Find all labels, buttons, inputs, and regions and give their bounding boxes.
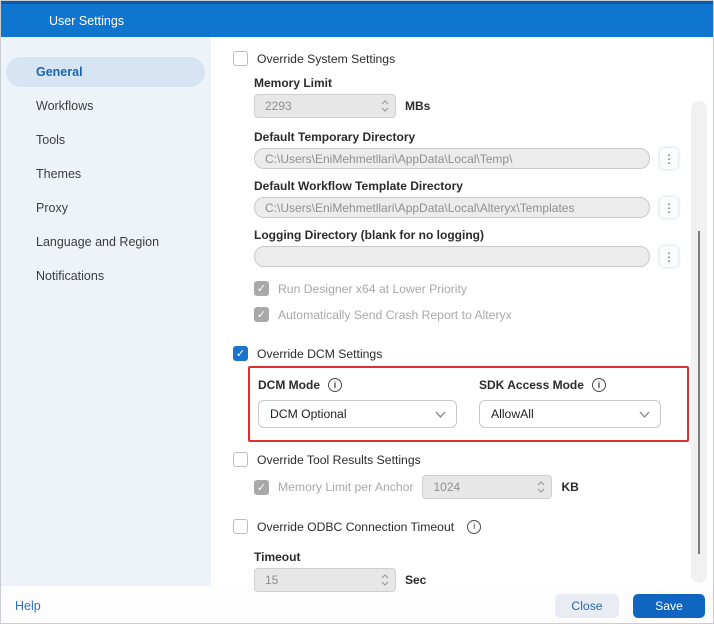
memory-limit-unit: MBs bbox=[405, 99, 430, 113]
dots-icon: ⋮ bbox=[663, 251, 675, 263]
sidebar-item-language-and-region[interactable]: Language and Region bbox=[6, 227, 205, 257]
override-tool-results-checkbox[interactable] bbox=[233, 452, 248, 467]
crash-report-label: Automatically Send Crash Report to Alter… bbox=[278, 308, 512, 322]
run-x64-checkbox: ✓ bbox=[254, 281, 269, 296]
dcm-mode-label: DCM Mode i bbox=[258, 378, 457, 392]
help-link[interactable]: Help bbox=[15, 599, 41, 613]
dots-icon: ⋮ bbox=[663, 153, 675, 165]
settings-panel: Override System Settings Memory Limit 22… bbox=[211, 37, 713, 586]
run-x64-label: Run Designer x64 at Lower Priority bbox=[278, 282, 467, 296]
crash-report-checkbox: ✓ bbox=[254, 307, 269, 322]
memory-per-anchor-row: ✓ Memory Limit per Anchor 1024 KB bbox=[254, 475, 713, 499]
dcm-mode-select[interactable]: DCM Optional bbox=[258, 400, 457, 428]
dcm-highlight-box: DCM Mode i DCM Optional SDK Access Mode … bbox=[248, 366, 689, 442]
close-button[interactable]: Close bbox=[555, 594, 619, 618]
sidebar-item-themes[interactable]: Themes bbox=[6, 159, 205, 189]
title-bar: User Settings bbox=[1, 1, 713, 37]
template-directory-input: C:\Users\EniMehmetllari\AppData\Local\Al… bbox=[254, 197, 650, 218]
chevron-down-icon bbox=[639, 407, 650, 421]
scrollbar-thumb[interactable] bbox=[698, 231, 700, 554]
crash-report-row: ✓ Automatically Send Crash Report to Alt… bbox=[254, 307, 713, 322]
template-directory-label: Default Workflow Template Directory bbox=[254, 179, 713, 193]
override-odbc-row: Override ODBC Connection Timeout i bbox=[233, 519, 713, 534]
temp-directory-browse-button[interactable]: ⋮ bbox=[660, 148, 678, 169]
sidebar: General Workflows Tools Themes Proxy Lang… bbox=[1, 37, 211, 586]
window-title: User Settings bbox=[49, 14, 124, 28]
scrollbar-track[interactable] bbox=[691, 101, 707, 583]
override-dcm-row: ✓ Override DCM Settings bbox=[233, 346, 713, 361]
chevron-down-icon bbox=[435, 407, 446, 421]
timeout-unit: Sec bbox=[405, 573, 426, 587]
spinner-arrows-icon[interactable] bbox=[381, 574, 389, 586]
sdk-access-mode-select[interactable]: AllowAll bbox=[479, 400, 661, 428]
override-system-settings-row: Override System Settings bbox=[233, 51, 713, 66]
sidebar-item-proxy[interactable]: Proxy bbox=[6, 193, 205, 223]
override-system-settings-label: Override System Settings bbox=[257, 52, 395, 66]
logging-directory-input bbox=[254, 246, 650, 267]
info-icon[interactable]: i bbox=[467, 520, 481, 534]
sidebar-item-general[interactable]: General bbox=[6, 57, 205, 87]
memory-per-anchor-input: 1024 bbox=[422, 475, 552, 499]
override-tool-results-label: Override Tool Results Settings bbox=[257, 453, 421, 467]
timeout-label: Timeout bbox=[254, 550, 713, 564]
sdk-access-mode-label: SDK Access Mode i bbox=[479, 378, 661, 392]
override-dcm-checkbox[interactable]: ✓ bbox=[233, 346, 248, 361]
logging-directory-browse-button[interactable]: ⋮ bbox=[660, 246, 678, 267]
memory-per-anchor-unit: KB bbox=[561, 480, 578, 494]
override-odbc-label: Override ODBC Connection Timeout bbox=[257, 520, 454, 534]
sidebar-item-workflows[interactable]: Workflows bbox=[6, 91, 205, 121]
user-settings-dialog: User Settings General Workflows Tools Th… bbox=[0, 0, 714, 624]
run-x64-row: ✓ Run Designer x64 at Lower Priority bbox=[254, 281, 713, 296]
override-odbc-checkbox[interactable] bbox=[233, 519, 248, 534]
memory-limit-input: 2293 bbox=[254, 94, 396, 118]
dots-icon: ⋮ bbox=[663, 202, 675, 214]
memory-limit-label: Memory Limit bbox=[254, 76, 713, 90]
memory-per-anchor-label: Memory Limit per Anchor bbox=[278, 480, 413, 494]
info-icon[interactable]: i bbox=[592, 378, 606, 392]
save-button[interactable]: Save bbox=[633, 594, 705, 618]
temp-directory-label: Default Temporary Directory bbox=[254, 130, 713, 144]
override-system-settings-checkbox[interactable] bbox=[233, 51, 248, 66]
memory-per-anchor-checkbox: ✓ bbox=[254, 480, 269, 495]
logging-directory-label: Logging Directory (blank for no logging) bbox=[254, 228, 713, 242]
spinner-arrows-icon[interactable] bbox=[537, 481, 545, 493]
template-directory-browse-button[interactable]: ⋮ bbox=[660, 197, 678, 218]
sidebar-item-tools[interactable]: Tools bbox=[6, 125, 205, 155]
temp-directory-input: C:\Users\EniMehmetllari\AppData\Local\Te… bbox=[254, 148, 650, 169]
override-tool-results-row: Override Tool Results Settings bbox=[233, 452, 713, 467]
spinner-arrows-icon[interactable] bbox=[381, 100, 389, 112]
sidebar-item-notifications[interactable]: Notifications bbox=[6, 261, 205, 291]
timeout-input: 15 bbox=[254, 568, 396, 592]
override-dcm-label: Override DCM Settings bbox=[257, 347, 382, 361]
info-icon[interactable]: i bbox=[328, 378, 342, 392]
